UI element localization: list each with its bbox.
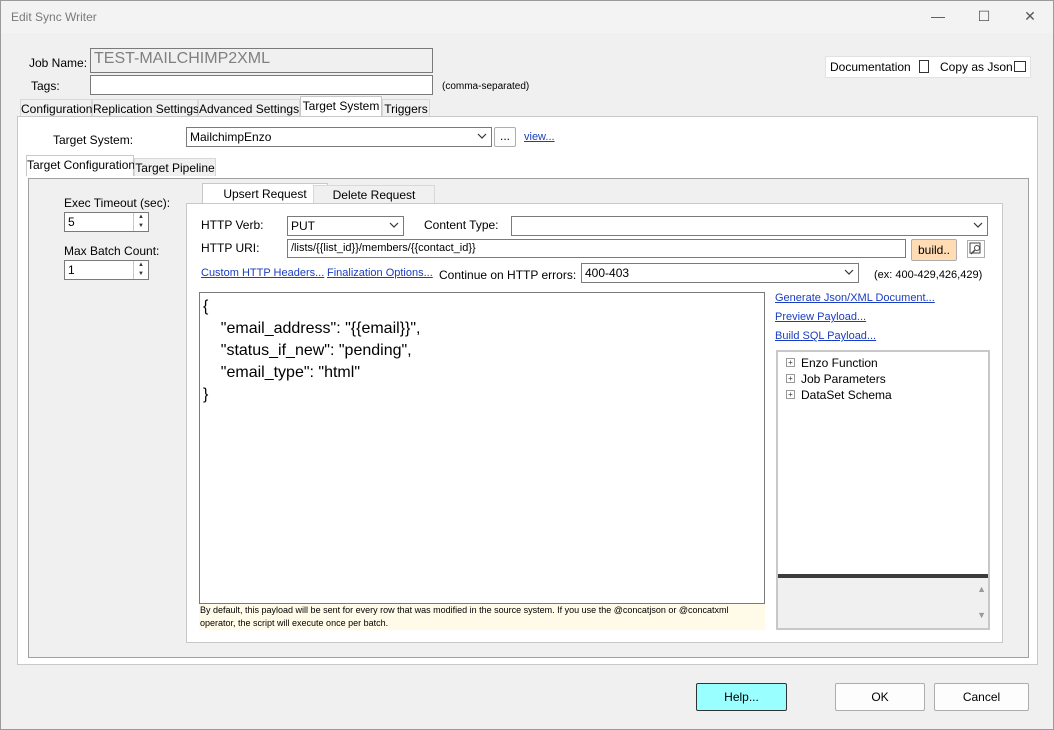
tags-hint: (comma-separated) — [442, 81, 530, 92]
tree-item-label: Enzo Function — [801, 356, 878, 370]
payload-editor[interactable]: { "email_address": "{{email}}", "status_… — [199, 292, 765, 604]
expand-icon[interactable]: + — [786, 374, 795, 384]
tab-replication-settings[interactable]: Replication Settings — [92, 99, 199, 117]
job-name-field[interactable]: TEST-MAILCHIMP2XML — [90, 48, 433, 73]
chevron-down-icon — [477, 133, 487, 139]
preview-payload-link[interactable]: Preview Payload... — [775, 311, 866, 323]
finalization-options-link[interactable]: Finalization Options... — [327, 267, 433, 279]
payload-line: "email_address": "{{email}}", — [203, 320, 421, 337]
tree-item-job-parameters[interactable]: + Job Parameters — [786, 372, 886, 386]
documentation-button[interactable]: Documentation — [830, 60, 911, 74]
upsert-request-panel: HTTP Verb: PUT Content Type: HTTP URI: /… — [186, 203, 1003, 643]
tab-target-configuration[interactable]: Target Configuration — [26, 155, 135, 176]
copy-json-button[interactable]: Copy as Json — [940, 60, 1013, 74]
tree-item-label: Job Parameters — [801, 372, 886, 386]
chevron-down-icon — [844, 269, 854, 275]
target-configuration-panel: Exec Timeout (sec): 5 ▲ ▼ Max Batch Count… — [28, 178, 1029, 658]
tab-delete-request[interactable]: Delete Request — [313, 185, 435, 204]
continue-errors-hint: (ex: 400-429,426,429) — [874, 269, 983, 281]
exec-timeout-spin[interactable]: ▲ ▼ — [133, 213, 148, 231]
document-icon[interactable] — [919, 60, 929, 73]
view-link[interactable]: view... — [524, 131, 555, 143]
payload-line: "status_if_new": "pending", — [203, 342, 412, 359]
continue-errors-value: 400-403 — [585, 266, 630, 280]
target-system-label: Target System: — [53, 133, 134, 147]
maximize-icon[interactable]: ☐ — [961, 1, 1007, 33]
tab-configuration[interactable]: Configuration — [20, 99, 92, 117]
uri-helper-button[interactable] — [967, 240, 985, 258]
lookup-icon — [969, 242, 981, 255]
chevron-down-icon — [389, 222, 399, 228]
title-bar: Edit Sync Writer — ☐ ✕ — [1, 1, 1053, 33]
payload-line: "email_type": "html" — [203, 364, 360, 381]
payload-line: } — [203, 386, 209, 403]
tab-target-system[interactable]: Target System — [300, 96, 382, 117]
custom-headers-link[interactable]: Custom HTTP Headers... — [201, 267, 324, 279]
tree-item-enzo-function[interactable]: + Enzo Function — [786, 356, 878, 370]
target-system-combo[interactable]: MailchimpEnzo — [186, 127, 492, 147]
copy-icon[interactable] — [1014, 61, 1026, 72]
content-type-select[interactable] — [511, 216, 988, 236]
tree-item-label: DataSet Schema — [801, 388, 892, 402]
max-batch-value: 1 — [68, 263, 75, 277]
max-batch-label: Max Batch Count: — [64, 244, 160, 258]
continue-errors-select[interactable]: 400-403 — [581, 263, 859, 283]
exec-timeout-value: 5 — [68, 215, 75, 229]
payload-note: By default, this payload will be sent fo… — [199, 604, 765, 630]
expand-icon[interactable]: + — [786, 358, 795, 368]
window-title: Edit Sync Writer — [11, 10, 97, 24]
continue-errors-label: Continue on HTTP errors: — [439, 268, 577, 282]
max-batch-spin[interactable]: ▲ ▼ — [133, 261, 148, 279]
content-type-label: Content Type: — [424, 218, 499, 232]
payload-line: { — [203, 298, 209, 315]
target-system-value: MailchimpEnzo — [190, 130, 272, 144]
chevron-down-icon — [973, 222, 983, 228]
close-icon[interactable]: ✕ — [1007, 1, 1053, 33]
build-button[interactable]: build.. — [911, 239, 957, 261]
tab-triggers[interactable]: Triggers — [382, 99, 430, 117]
http-uri-label: HTTP URI: — [201, 241, 260, 255]
tags-label: Tags: — [31, 79, 60, 93]
target-browse-button[interactable]: ... — [494, 127, 516, 147]
tree-item-dataset-schema[interactable]: + DataSet Schema — [786, 388, 892, 402]
tab-advanced-settings[interactable]: Advanced Settings — [198, 99, 300, 117]
http-verb-select[interactable]: PUT — [287, 216, 404, 236]
top-toolbar: Documentation Copy as Json — [825, 56, 1031, 78]
schema-tree[interactable]: + Enzo Function + Job Parameters + DataSet … — [776, 350, 990, 630]
exec-timeout-stepper[interactable]: 5 ▲ ▼ — [64, 212, 149, 232]
scroll-down-icon[interactable]: ▼ — [977, 610, 986, 620]
tags-field[interactable] — [90, 75, 433, 95]
help-button[interactable]: Help... — [696, 683, 787, 711]
dialog-window: Edit Sync Writer — ☐ ✕ Job Name: TEST-MA… — [0, 0, 1054, 730]
tab-target-pipeline[interactable]: Target Pipeline — [134, 158, 216, 176]
job-name-label: Job Name: — [29, 56, 88, 70]
cancel-button[interactable]: Cancel — [934, 683, 1029, 711]
tab-upsert-request[interactable]: Upsert Request — [202, 183, 328, 205]
minimize-icon[interactable]: — — [915, 1, 961, 33]
expand-icon[interactable]: + — [786, 390, 795, 400]
build-sql-payload-link[interactable]: Build SQL Payload... — [775, 330, 876, 342]
generate-document-link[interactable]: Generate Json/XML Document... — [775, 292, 935, 304]
http-uri-input[interactable]: /lists/{{list_id}}/members/{{contact_id}… — [287, 239, 906, 258]
http-verb-label: HTTP Verb: — [201, 218, 264, 232]
target-system-panel: Target System: MailchimpEnzo ... view...… — [17, 116, 1038, 665]
scroll-up-icon[interactable]: ▲ — [977, 584, 986, 594]
http-verb-value: PUT — [291, 219, 315, 233]
ok-button[interactable]: OK — [835, 683, 925, 711]
exec-timeout-label: Exec Timeout (sec): — [64, 196, 171, 210]
max-batch-stepper[interactable]: 1 ▲ ▼ — [64, 260, 149, 280]
details-pane: ▲ ▼ — [778, 578, 988, 628]
